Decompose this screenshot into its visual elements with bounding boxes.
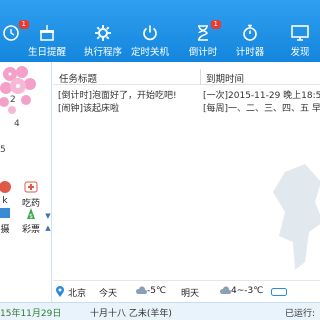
app-item-medicine[interactable]: 吃药 — [18, 180, 44, 209]
lottery-icon: $ — [23, 206, 39, 220]
app-scrollbar[interactable]: ▼ ▲ — [44, 212, 51, 302]
list-header: 任务标题 到期时间 — [53, 69, 320, 85]
table-row[interactable]: [闹钟]该起床啦 [每周]一、二、三、四、五 早 — [53, 101, 320, 114]
flower-decoration — [0, 66, 36, 114]
status-date: 15年11月29日 — [0, 309, 62, 319]
task-list: 任务标题 到期时间 [倒计时]泡面好了，开始吃吧! [一次]2015-11-29… — [53, 62, 320, 274]
clock-icon: 1 — [1, 20, 29, 42]
stopwatch-icon — [240, 24, 260, 42]
calendar-day[interactable]: 5 — [0, 145, 6, 155]
toolbar-countdown-button[interactable]: 1 倒计时 — [178, 0, 228, 62]
weather-detail-icon[interactable] — [271, 288, 287, 299]
task-title: [倒计时]泡面好了，开始吃吧! — [58, 91, 177, 101]
weather-today-label: 今天 — [99, 289, 118, 299]
hourglass-icon: 1 — [193, 20, 221, 42]
left-panel: 2 4 5 k 吃药 摄 $ 彩票 ▼ ▲ — [0, 62, 52, 302]
top-toolbar: 1 生日提醒 执行程序 定时关机 1 倒计时 计时器 发现 — [0, 0, 320, 62]
monitor-icon — [290, 24, 310, 42]
toolbar-shutdown-button[interactable]: 定时关机 — [124, 0, 176, 62]
weather-today-temp: -5℃ — [147, 286, 167, 296]
scroll-down-icon[interactable]: ▼ — [44, 212, 51, 220]
status-bar: 15年11月29日 十月十八 乙未(羊年) 已运行: — [0, 302, 320, 320]
status-lunar-date: 十月十八 乙未(羊年) — [90, 309, 172, 319]
app-icon-1 — [0, 180, 13, 194]
power-icon — [140, 24, 160, 42]
app-item[interactable]: k — [0, 180, 18, 206]
app-item-lottery[interactable]: $ 彩票 — [18, 206, 44, 235]
svg-text:$: $ — [29, 213, 33, 220]
calendar-day[interactable]: 2 — [10, 95, 16, 105]
calendar-widget[interactable]: 2 4 5 — [0, 62, 51, 170]
table-row[interactable]: [倒计时]泡面好了，开始吃吧! [一次]2015-11-29 晚上18:53 — [53, 88, 320, 101]
toolbar-shutdown-label: 定时关机 — [130, 47, 169, 58]
app-icon-2 — [0, 206, 13, 220]
app-label: 彩票 — [21, 225, 40, 235]
cloud-icon — [135, 286, 147, 299]
column-divider[interactable] — [200, 69, 201, 85]
countdown-badge: 1 — [210, 20, 221, 29]
app-label: k — [2, 196, 8, 206]
calendar-day[interactable]: 4 — [14, 119, 20, 129]
scroll-up-icon[interactable]: ▲ — [44, 224, 51, 232]
toolbar-timer-label: 计时器 — [235, 47, 265, 58]
toolbar-discover-button[interactable]: 发现 — [278, 0, 320, 62]
location-icon — [55, 286, 65, 301]
toolbar-run-program-label: 执行程序 — [83, 47, 122, 58]
app-item[interactable]: 摄 — [0, 206, 18, 235]
toolbar-discover-label: 发现 — [290, 47, 310, 58]
header-due-time[interactable]: 到期时间 — [206, 71, 244, 85]
toolbar-timer-button[interactable]: 计时器 — [225, 0, 275, 62]
weather-tomorrow-temp: 4~-3℃ — [231, 286, 264, 296]
task-title: [闹钟]该起床啦 — [58, 104, 120, 114]
toolbar-birthday-button[interactable]: 生日提醒 — [22, 0, 72, 62]
cake-icon — [37, 24, 57, 42]
medicine-icon — [23, 180, 39, 194]
weather-bar[interactable]: 北京 今天 -5℃ 明天 4~-3℃ — [53, 280, 320, 302]
weather-city: 北京 — [68, 289, 87, 299]
status-runtime: 已运行: — [285, 309, 316, 319]
app-label: 摄 — [0, 225, 10, 235]
horse-watermark — [273, 164, 320, 270]
task-time: [一次]2015-11-29 晚上18:53 — [203, 91, 320, 101]
task-time: [每周]一、二、三、四、五 早 — [203, 104, 320, 114]
cloud-icon — [219, 286, 231, 299]
header-task-title[interactable]: 任务标题 — [59, 71, 97, 85]
gear-icon — [93, 24, 113, 42]
toolbar-countdown-label: 倒计时 — [188, 47, 218, 58]
toolbar-birthday-label: 生日提醒 — [27, 47, 66, 58]
weather-tomorrow-label: 明天 — [181, 289, 200, 299]
